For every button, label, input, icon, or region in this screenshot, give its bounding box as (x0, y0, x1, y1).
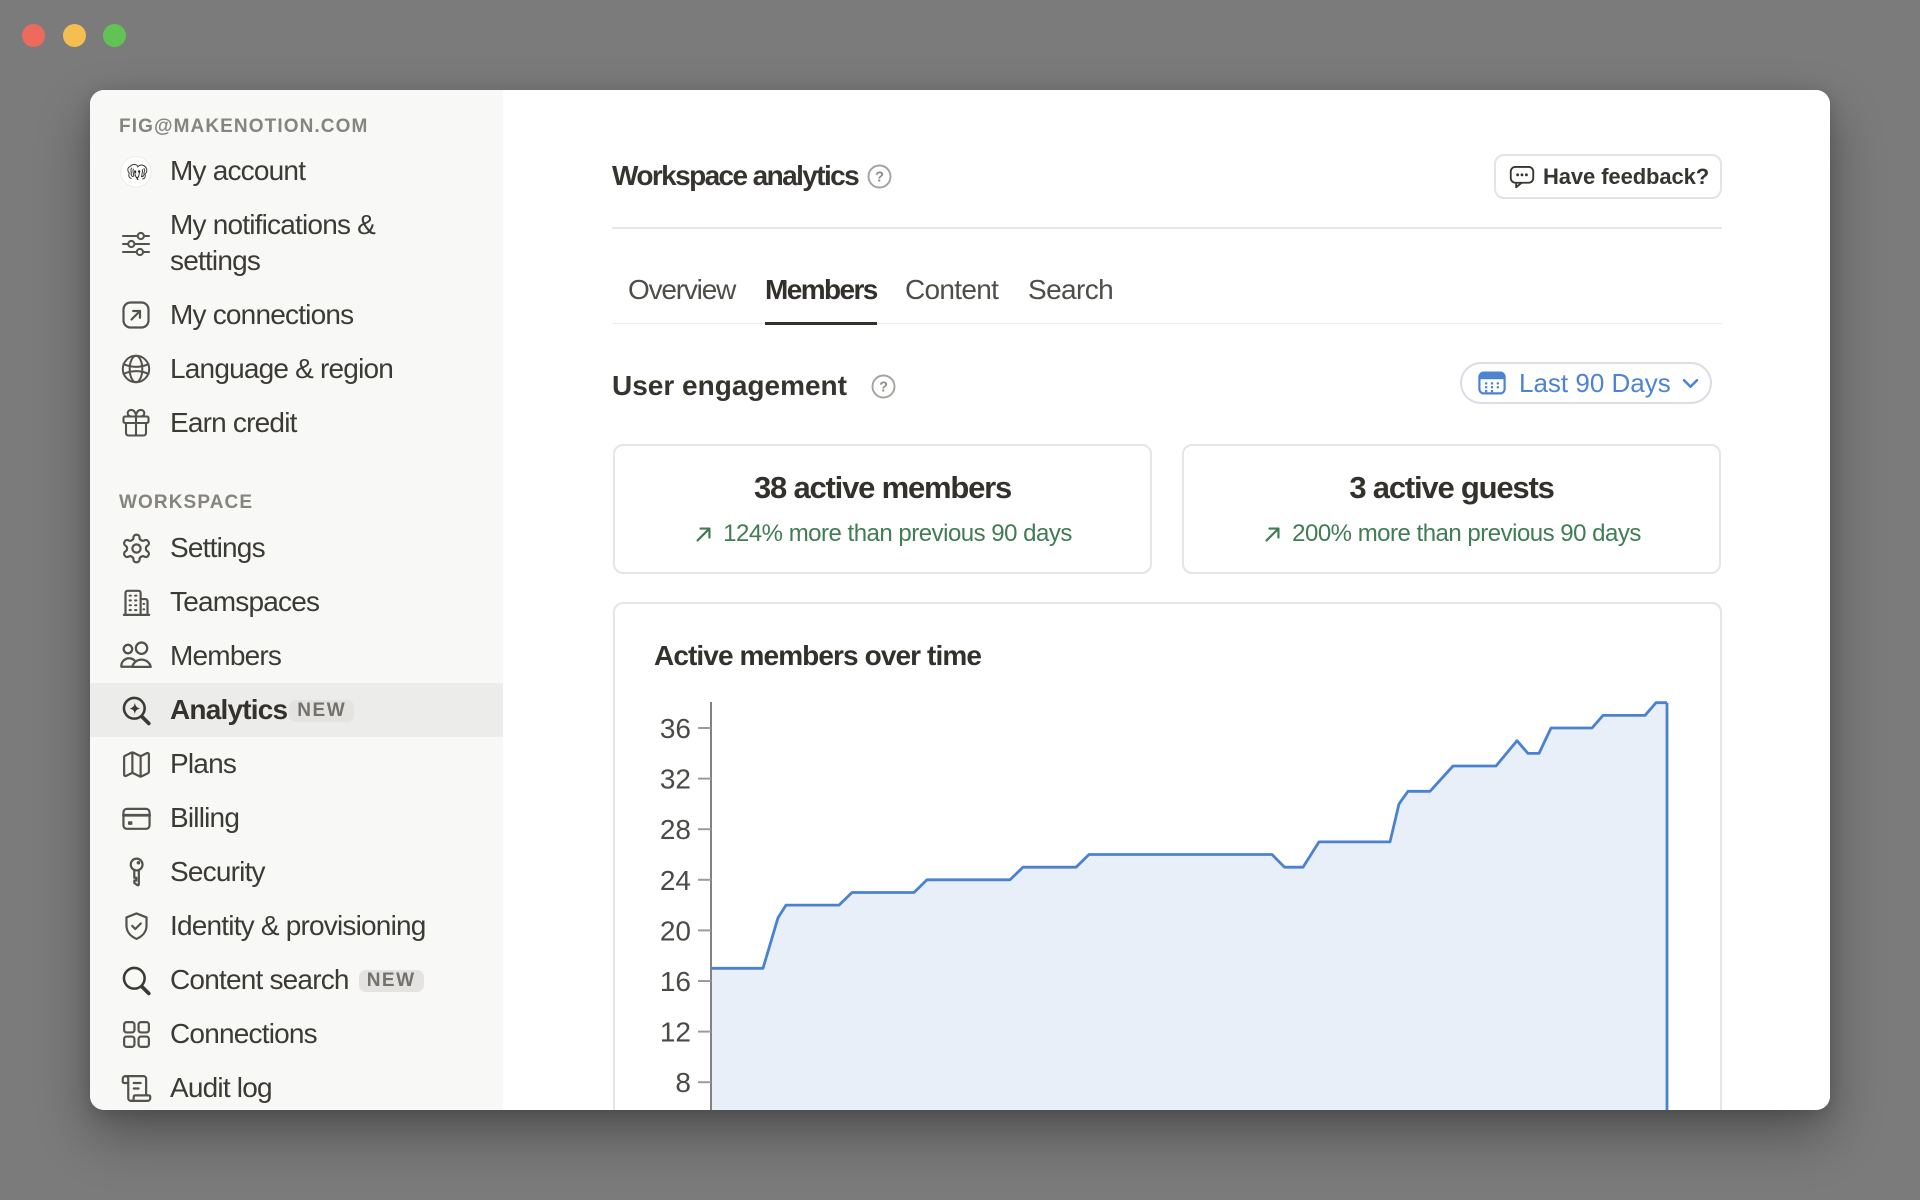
svg-text:?: ? (875, 169, 884, 185)
svg-text:36: 36 (660, 713, 691, 744)
svg-text:?: ? (879, 379, 888, 395)
svg-text:16: 16 (660, 966, 691, 997)
svg-text:28: 28 (660, 814, 691, 845)
svg-text:20: 20 (660, 915, 691, 946)
svg-text:32: 32 (660, 764, 691, 795)
svg-text:24: 24 (660, 865, 691, 896)
svg-text:8: 8 (675, 1067, 691, 1098)
svg-text:12: 12 (660, 1017, 691, 1048)
